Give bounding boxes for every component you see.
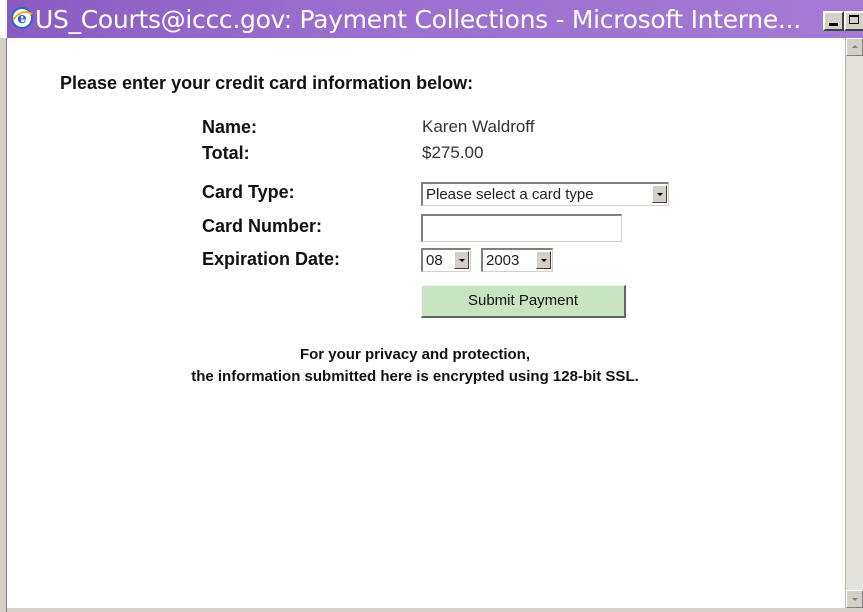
exp-year-dropdown-button[interactable]	[536, 251, 551, 269]
card-type-selected: Please select a card type	[426, 186, 594, 203]
exp-year-select[interactable]: 2003	[481, 248, 553, 272]
window-bottom-border	[7, 608, 863, 612]
scroll-up-button[interactable]	[846, 38, 863, 56]
total-label: Total:	[202, 143, 250, 163]
window-left-border	[0, 38, 7, 612]
browser-window: e US_Courts@iccc.gov: Payment Collection…	[0, 0, 863, 612]
card-type-dropdown-button[interactable]	[652, 185, 667, 203]
exp-month-selected: 08	[426, 252, 443, 269]
minimize-button[interactable]	[823, 11, 844, 31]
submit-payment-button[interactable]: Submit Payment	[421, 285, 626, 318]
minimize-icon	[829, 23, 838, 26]
privacy-notice-line2: the information submitted here is encryp…	[191, 368, 639, 385]
arrow-down-icon	[852, 598, 858, 601]
card-type-label: Card Type:	[202, 182, 295, 202]
exp-month-select[interactable]: 08	[421, 248, 471, 272]
vertical-scrollbar[interactable]	[845, 38, 863, 608]
privacy-notice-line1: For your privacy and protection,	[299, 346, 531, 363]
chevron-down-icon	[541, 259, 547, 262]
chevron-down-icon	[459, 259, 465, 262]
exp-month-dropdown-button[interactable]	[454, 251, 469, 269]
maximize-button[interactable]	[844, 11, 863, 31]
ie-icon: e	[11, 7, 33, 29]
total-value: $275.00	[422, 143, 484, 162]
exp-year-selected: 2003	[486, 252, 520, 269]
form-heading: Please enter your credit card informatio…	[60, 73, 474, 93]
expiration-date-label: Expiration Date:	[202, 249, 341, 269]
card-type-select[interactable]: Please select a card type	[421, 182, 669, 206]
card-number-label: Card Number:	[202, 216, 323, 236]
card-number-input[interactable]	[421, 214, 622, 242]
title-bar[interactable]: e US_Courts@iccc.gov: Payment Collection…	[7, 0, 863, 38]
name-value: Karen Waldroff	[422, 117, 535, 136]
window-title: US_Courts@iccc.gov: Payment Collections …	[35, 5, 801, 34]
chevron-down-icon	[657, 193, 663, 196]
scroll-down-button[interactable]	[846, 590, 863, 608]
arrow-up-icon	[852, 45, 858, 48]
maximize-icon	[849, 15, 859, 24]
name-label: Name:	[202, 117, 258, 137]
